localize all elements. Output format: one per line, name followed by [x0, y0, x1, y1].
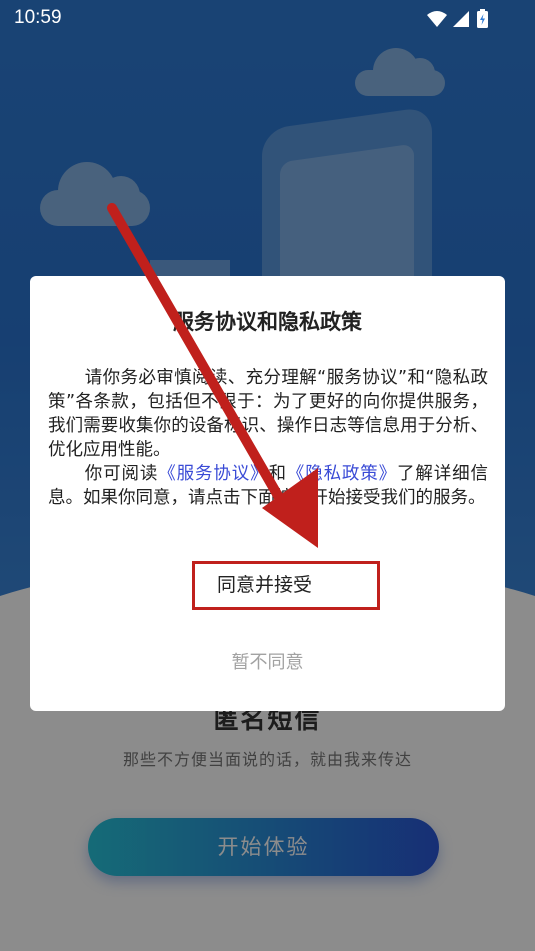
status-icons	[427, 9, 488, 28]
status-time: 10:59	[14, 7, 62, 28]
signal-icon	[453, 11, 469, 27]
wifi-icon	[427, 11, 447, 27]
dialog-paragraph-2: 你可阅读《服务协议》和《隐私政策》了解详细信息。如果你同意，请点击下面按钮开始接…	[48, 462, 488, 510]
battery-charging-icon	[477, 9, 488, 28]
dialog-body: 请你务必审慎阅读、充分理解“服务协议”和“隐私政策”各条款，包括但不限于：为了更…	[48, 366, 488, 510]
paragraph-text: 你可阅读	[84, 464, 159, 484]
service-agreement-link[interactable]: 《服务协议》	[158, 464, 268, 484]
paragraph-text: 和	[268, 464, 287, 484]
dialog-paragraph-1: 请你务必审慎阅读、充分理解“服务协议”和“隐私政策”各条款，包括但不限于：为了更…	[48, 368, 488, 460]
accept-highlight-box: 同意并接受	[192, 561, 380, 610]
privacy-policy-link[interactable]: 《隐私政策》	[287, 464, 397, 484]
status-bar: 10:59	[0, 0, 535, 36]
accept-button[interactable]: 同意并接受	[195, 564, 377, 607]
privacy-dialog: 服务协议和隐私政策 请你务必审慎阅读、充分理解“服务协议”和“隐私政策”各条款，…	[30, 276, 505, 711]
decline-button[interactable]: 暂不同意	[30, 648, 505, 674]
dialog-title: 服务协议和隐私政策	[173, 310, 362, 334]
